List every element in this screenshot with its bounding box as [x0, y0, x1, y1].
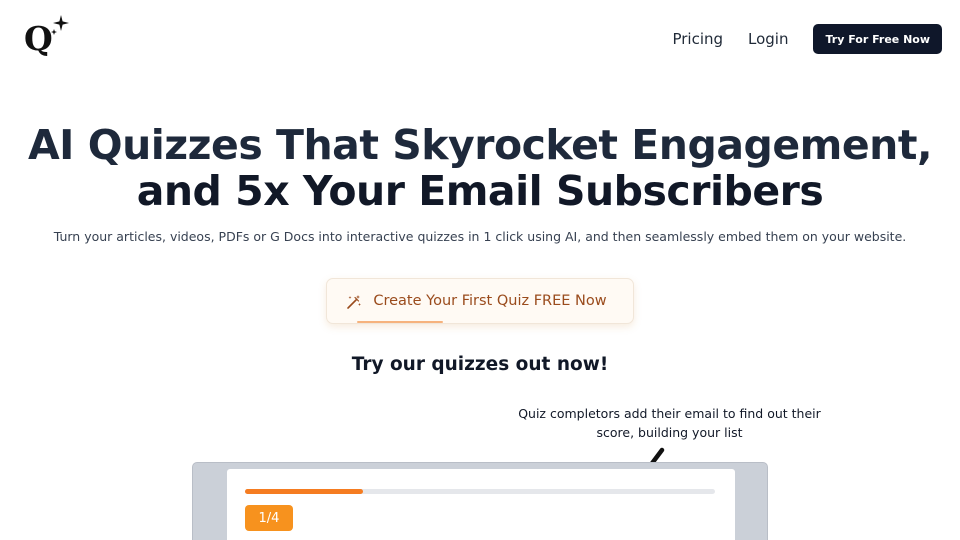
quiz-progress-fill — [245, 489, 363, 494]
magic-wand-icon — [347, 295, 361, 309]
hero-title-line1: AI Quizzes That Skyrocket Engagement, — [27, 121, 933, 169]
hero-title: AI Quizzes That Skyrocket Engagement, an… — [0, 122, 960, 214]
hero-title-line2: and 5x Your Email Subscribers — [136, 167, 824, 215]
email-annotation: Quiz completors add their email to find … — [518, 406, 821, 440]
hero-subtitle: Turn your articles, videos, PDFs or G Do… — [53, 229, 907, 244]
quiz-preview-frame: 1/4 — [192, 462, 768, 540]
create-quiz-button[interactable]: Create Your First Quiz FREE Now — [326, 278, 634, 324]
sparkle-icon — [51, 15, 69, 35]
cta-accent-underline — [357, 321, 443, 323]
nav-pricing-link[interactable]: Pricing — [672, 30, 723, 48]
quiz-progress-bar — [245, 489, 715, 494]
quiz-card: 1/4 — [227, 469, 735, 540]
try-quizzes-heading: Try our quizzes out now! — [351, 354, 609, 375]
site-header: Q Pricing Login Try For Free Now — [0, 0, 960, 78]
main-nav: Pricing Login Try For Free Now — [672, 24, 942, 54]
create-quiz-label: Create Your First Quiz FREE Now — [373, 293, 607, 309]
logo[interactable]: Q — [22, 14, 72, 66]
logo-letter: Q — [24, 19, 53, 58]
question-step-badge: 1/4 — [245, 505, 293, 531]
nav-login-link[interactable]: Login — [748, 30, 788, 48]
try-for-free-button[interactable]: Try For Free Now — [813, 24, 942, 54]
